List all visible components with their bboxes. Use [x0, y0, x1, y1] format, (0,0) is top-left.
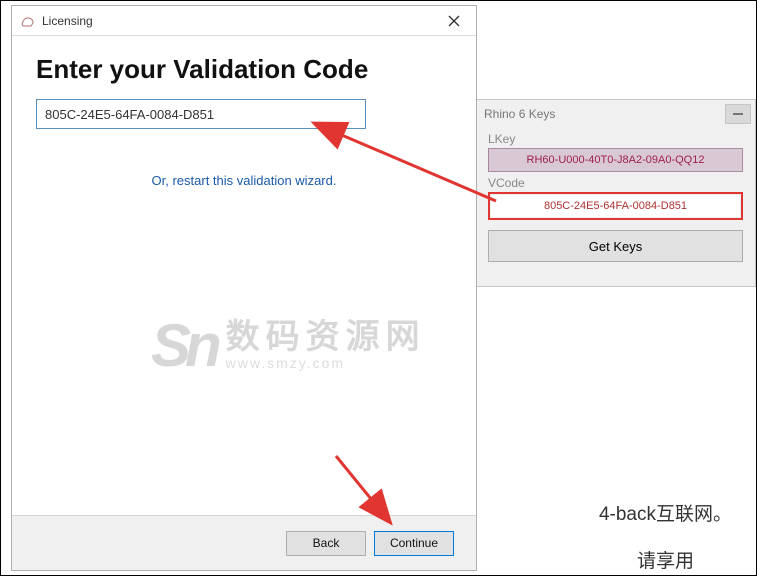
bg-line-2: 请享用	[637, 546, 732, 573]
licensing-footer: Back Continue	[12, 515, 476, 570]
close-icon	[448, 15, 460, 27]
vcode-field[interactable]: 805C-24E5-64FA-0084-D851	[491, 195, 740, 217]
validation-code-input[interactable]	[36, 99, 366, 129]
get-keys-button[interactable]: Get Keys	[488, 230, 743, 262]
licensing-body: Enter your Validation Code Or, restart t…	[12, 36, 476, 515]
licensing-heading: Enter your Validation Code	[36, 54, 452, 85]
keygen-window: Rhino 6 Keys LKey RH60-U000-40T0-J8A2-09…	[475, 99, 756, 287]
licensing-window: Licensing Enter your Validation Code Or,…	[11, 5, 477, 571]
keygen-close-button[interactable]	[725, 104, 751, 124]
lkey-label: LKey	[488, 132, 743, 146]
close-icon	[733, 109, 743, 119]
continue-button[interactable]: Continue	[374, 531, 454, 556]
vcode-highlight: 805C-24E5-64FA-0084-D851	[488, 192, 743, 220]
lkey-field[interactable]: RH60-U000-40T0-J8A2-09A0-QQ12	[488, 148, 743, 172]
keygen-body: LKey RH60-U000-40T0-J8A2-09A0-QQ12 VCode…	[476, 132, 755, 272]
bg-line-1: 4-back互联网。	[599, 499, 732, 526]
background-page-text: 4-back互联网。 请享用	[599, 499, 732, 573]
vcode-label: VCode	[488, 176, 743, 190]
keygen-title: Rhino 6 Keys	[484, 107, 555, 121]
back-button[interactable]: Back	[286, 531, 366, 556]
licensing-close-button[interactable]	[431, 6, 476, 36]
restart-wizard-link[interactable]: Or, restart this validation wizard.	[36, 173, 452, 188]
licensing-titlebar: Licensing	[12, 6, 476, 36]
licensing-title: Licensing	[42, 14, 93, 28]
rhino-app-icon	[20, 13, 36, 29]
keygen-titlebar: Rhino 6 Keys	[476, 100, 755, 128]
